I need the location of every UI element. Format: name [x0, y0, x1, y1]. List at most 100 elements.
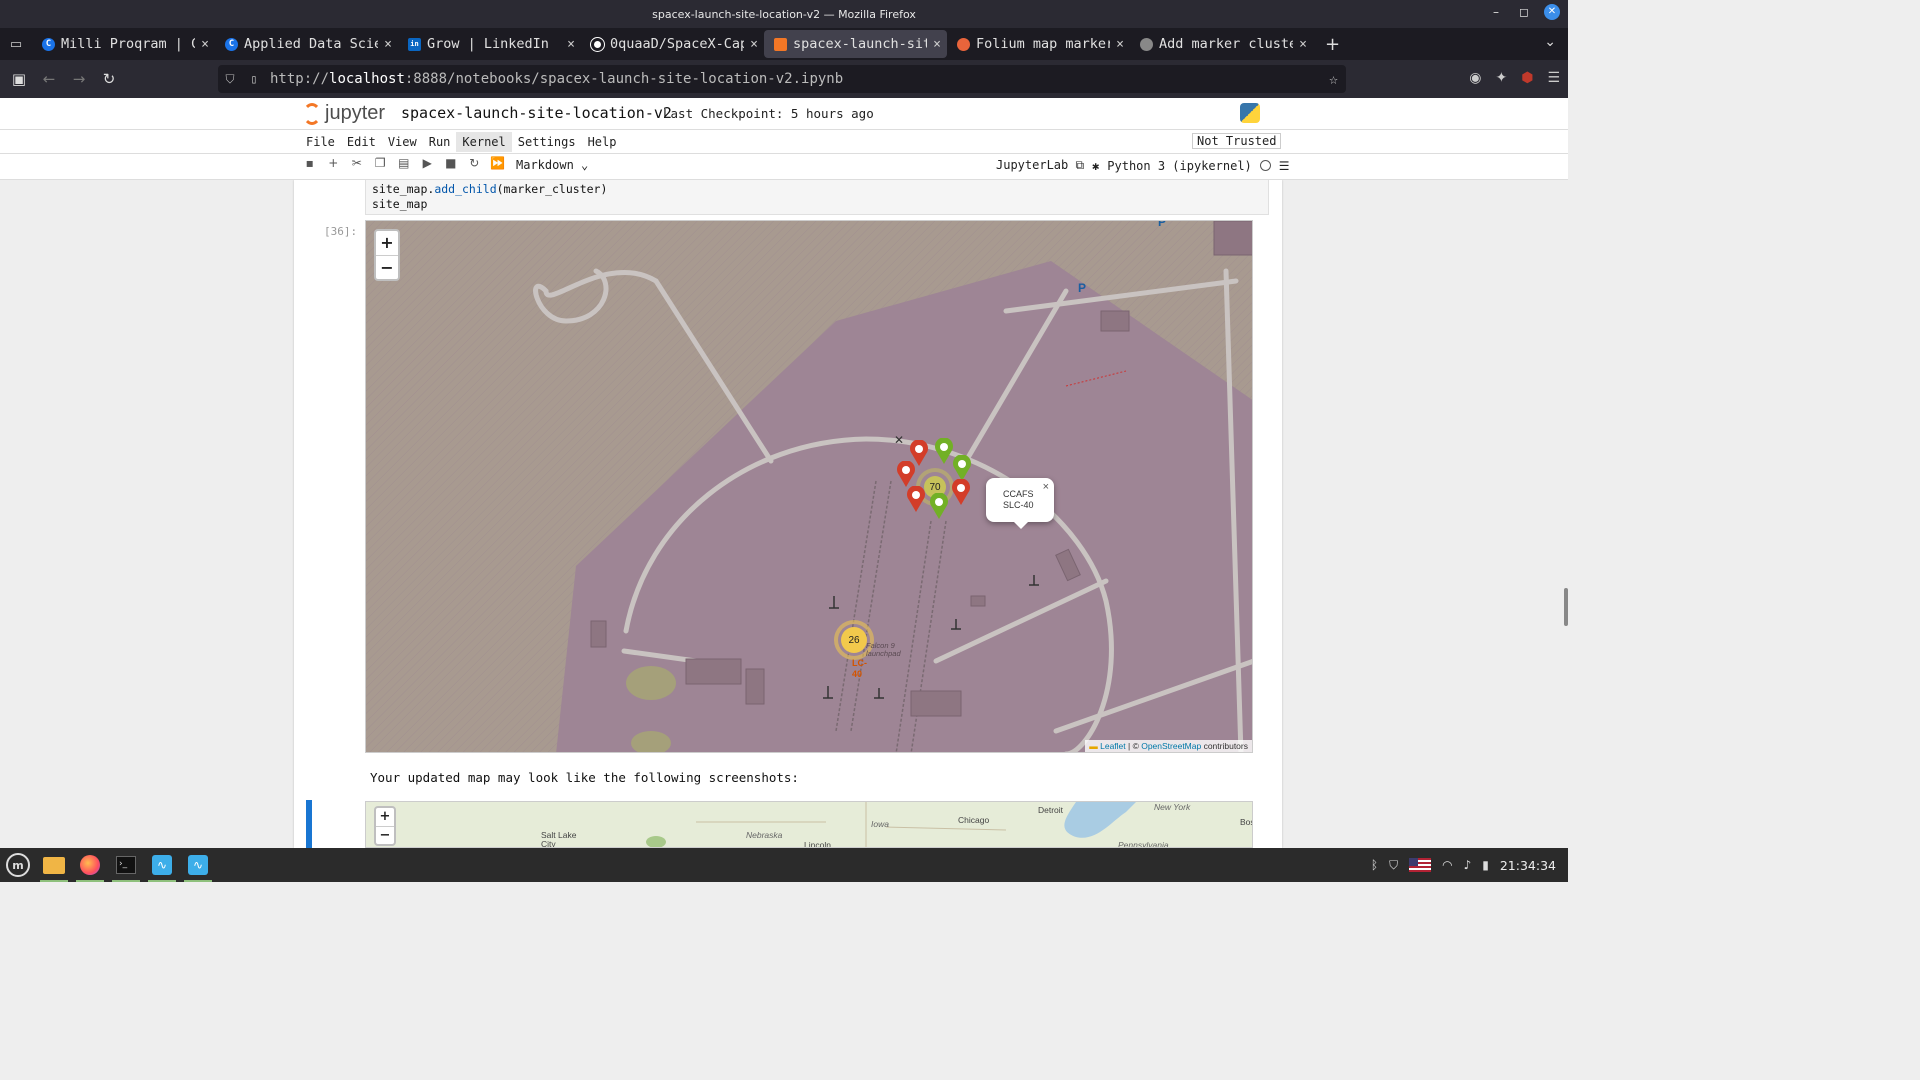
screenshot-map-preview[interactable]: + − Salt Lake City Nebraska Iowa Lincoln…: [365, 801, 1253, 848]
menu-run[interactable]: Run: [423, 132, 457, 152]
stop-icon[interactable]: ■: [439, 156, 463, 170]
run-icon[interactable]: ▶: [416, 156, 440, 170]
menu-view[interactable]: View: [382, 132, 423, 152]
monitor-app-button-2[interactable]: ∿: [180, 848, 216, 882]
page-icon[interactable]: ▯: [242, 72, 266, 86]
tab-linkedin[interactable]: in Grow | LinkedIn ×: [398, 30, 581, 58]
tab-applied-data-science[interactable]: C Applied Data Scien ×: [215, 30, 398, 58]
tab-add-marker-cluster[interactable]: Add marker cluster ×: [1130, 30, 1313, 58]
popup-close-icon[interactable]: ×: [1043, 482, 1049, 493]
clock[interactable]: 21:34:34: [1500, 858, 1556, 873]
close-window-icon[interactable]: ✕: [1544, 4, 1560, 20]
tab-close-icon[interactable]: ×: [201, 37, 209, 52]
firefox-app-button[interactable]: [72, 848, 108, 882]
sidebar-icon[interactable]: ▣: [4, 70, 34, 88]
folder-icon: [43, 856, 65, 874]
marker-pin-green[interactable]: [934, 438, 954, 464]
url-bar[interactable]: ⛉ ▯ http://localhost:8888/notebooks/spac…: [218, 65, 1346, 93]
list-all-tabs-icon[interactable]: ⌄: [1544, 34, 1556, 50]
folium-map[interactable]: ✕ P P + − 70 × CCAFS SLC-40 26 Falcon 9 …: [365, 220, 1253, 753]
run-all-icon[interactable]: ⏩: [486, 156, 510, 170]
terminal-app-button[interactable]: ›_: [108, 848, 144, 882]
tab-close-icon[interactable]: ×: [750, 37, 758, 52]
tab-github[interactable]: 0quaaD/SpaceX-Caps ×: [581, 30, 764, 58]
battery-icon[interactable]: ▮: [1482, 858, 1489, 872]
forward-icon[interactable]: →: [64, 70, 94, 88]
map2-zoom-control: + −: [374, 806, 396, 846]
tab-spacex-launch-site[interactable]: spacex-launch-site ×: [764, 30, 947, 58]
extensions-icon[interactable]: ✦: [1495, 70, 1507, 86]
tab-label: spacex-launch-site: [793, 36, 928, 52]
tab-close-icon[interactable]: ×: [1299, 37, 1307, 52]
property-inspector-icon[interactable]: ☰: [1279, 159, 1290, 173]
jupyterlab-link[interactable]: JupyterLab ⧉: [996, 158, 1084, 173]
zoom-out-button[interactable]: −: [376, 255, 398, 279]
marker-pin-green[interactable]: [929, 493, 949, 519]
notebook-title[interactable]: spacex-launch-site-location-v2: [401, 104, 672, 122]
bluetooth-icon[interactable]: ᛒ: [1371, 858, 1378, 872]
bookmark-star-icon[interactable]: ☆: [1329, 70, 1338, 88]
back-icon[interactable]: ←: [34, 70, 64, 88]
save-icon[interactable]: ▪: [298, 156, 322, 170]
marker-pin-red[interactable]: [906, 486, 926, 512]
tab-folium-map-marker[interactable]: Folium map marker ×: [947, 30, 1130, 58]
cell-type-select[interactable]: Markdown ⌄: [516, 158, 588, 172]
marker-pin-red[interactable]: [896, 461, 916, 487]
map2-zoom-out-button[interactable]: −: [376, 826, 394, 844]
marker-pin-red[interactable]: [951, 479, 971, 505]
tab-milli-proqram[interactable]: C Milli Proqram | Co ×: [32, 30, 215, 58]
menu-kernel[interactable]: Kernel: [456, 132, 512, 152]
menu-settings[interactable]: Settings: [512, 132, 582, 152]
taskbar: m ›_ ∿ ∿ ᛒ ⛉ ◠ ♪ ▮ 21:34:34: [0, 848, 1568, 882]
marker-pin-green[interactable]: [952, 455, 972, 481]
firefox-icon: [80, 855, 100, 875]
parking-label: P: [1158, 220, 1167, 229]
monitor-app-button[interactable]: ∿: [144, 848, 180, 882]
menu-help[interactable]: Help: [582, 132, 623, 152]
leaflet-link[interactable]: Leaflet: [1100, 741, 1126, 751]
start-menu-button[interactable]: m: [0, 848, 36, 882]
menu-bar: File Edit View Run Kernel Settings Help …: [0, 130, 1568, 154]
not-trusted-badge[interactable]: Not Trusted: [1192, 133, 1282, 149]
tab-close-icon[interactable]: ×: [567, 37, 575, 52]
copy-icon[interactable]: ❐: [369, 156, 393, 170]
map2-label: Pennsylvania: [1118, 840, 1169, 848]
tab-close-icon[interactable]: ×: [933, 37, 941, 52]
volume-icon[interactable]: ♪: [1464, 858, 1472, 872]
cut-icon[interactable]: ✂: [345, 156, 369, 170]
wifi-icon[interactable]: ◠: [1442, 858, 1452, 872]
us-flag-icon[interactable]: [1409, 858, 1432, 872]
shield-icon[interactable]: ⛉: [218, 72, 242, 87]
map-attribution: ▬ Leaflet | © OpenStreetMap contributors: [1085, 740, 1252, 752]
tab-list-icon[interactable]: ▭: [0, 28, 32, 60]
map2-label: Salt Lake City: [541, 830, 577, 848]
menu-file[interactable]: File: [300, 132, 341, 152]
paste-icon[interactable]: ▤: [392, 156, 416, 170]
restart-icon[interactable]: ↻: [463, 156, 487, 170]
debugger-icon[interactable]: ✱: [1092, 159, 1099, 173]
zoom-in-button[interactable]: +: [376, 231, 398, 255]
reload-icon[interactable]: ↻: [94, 70, 124, 88]
menu-icon[interactable]: ☰: [1547, 70, 1560, 86]
minimize-icon[interactable]: –: [1488, 5, 1504, 19]
scrollbar-thumb[interactable]: [1564, 588, 1568, 626]
shield-tray-icon[interactable]: ⛉: [1389, 858, 1398, 873]
files-app-button[interactable]: [36, 848, 72, 882]
menu-edit[interactable]: Edit: [341, 132, 382, 152]
url-text[interactable]: http://localhost:8888/notebooks/spacex-l…: [270, 71, 843, 87]
ukraine-flag-icon: ▬: [1089, 741, 1098, 751]
osm-link[interactable]: OpenStreetMap: [1141, 741, 1201, 751]
system-monitor-icon: ∿: [152, 855, 172, 875]
tab-label: Add marker cluster: [1159, 36, 1294, 52]
jupyter-logo[interactable]: jupyter: [303, 102, 385, 125]
account-icon[interactable]: ◉: [1469, 70, 1481, 86]
kernel-name[interactable]: Python 3 (ipykernel): [1107, 159, 1252, 173]
tab-close-icon[interactable]: ×: [1116, 37, 1124, 52]
ublock-icon[interactable]: ⬢: [1521, 70, 1533, 86]
code-cell[interactable]: site_map.add_child(marker_cluster) site_…: [365, 180, 1269, 215]
maximize-icon[interactable]: ◻: [1516, 5, 1532, 19]
add-cell-icon[interactable]: +: [322, 156, 346, 170]
tab-close-icon[interactable]: ×: [384, 37, 392, 52]
new-tab-icon[interactable]: +: [1325, 34, 1340, 55]
map2-zoom-in-button[interactable]: +: [376, 808, 394, 826]
